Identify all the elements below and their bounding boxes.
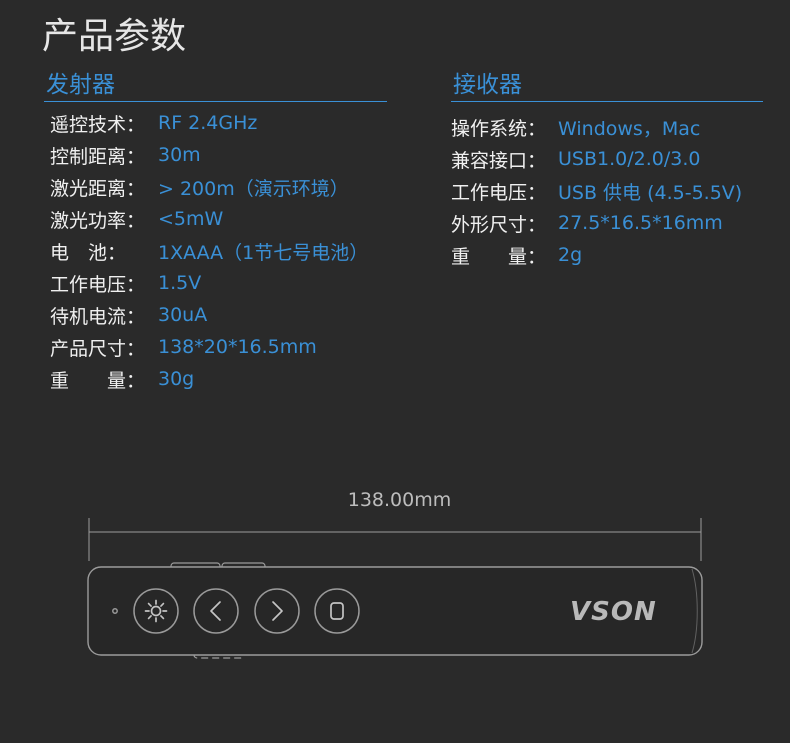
transmitter-section-header: 发射器 — [44, 72, 387, 103]
spec-label: 遥控技术： — [50, 113, 146, 136]
receiver-heading: 接收器 — [453, 72, 522, 98]
spec-row: 操作系统： Windows，Mac — [451, 111, 771, 143]
transmitter-divider — [44, 101, 387, 102]
spec-label: 产品尺寸： — [50, 337, 146, 360]
spec-row: 激光距离： > 200m（演示环境） — [50, 171, 390, 203]
spec-row: 控制距离： 30m — [50, 139, 390, 171]
spec-value: 27.5*16.5*16mm — [558, 212, 723, 234]
spec-label: 外形尺寸： — [451, 213, 547, 236]
spec-label: 待机电流： — [50, 305, 146, 328]
spec-label: 激光距离： — [50, 177, 146, 200]
spec-value: 2g — [558, 244, 583, 266]
transmitter-heading: 发射器 — [46, 72, 115, 98]
spec-value: USB 供电 (4.5-5.5V) — [558, 181, 743, 204]
spec-label: 工作电压： — [451, 181, 547, 204]
spec-row: 外形尺寸： 27.5*16.5*16mm — [451, 207, 771, 239]
receiver-spec-list: 操作系统： Windows，Mac 兼容接口： USB1.0/2.0/3.0 工… — [451, 111, 771, 271]
spec-label: 电 池： — [50, 241, 127, 264]
spec-value: Windows，Mac — [558, 117, 701, 140]
spec-value: <5mW — [158, 208, 224, 230]
page-title: 产品参数 — [42, 16, 187, 57]
spec-value: 1.5V — [158, 272, 202, 294]
spec-label: 工作电压： — [50, 273, 146, 296]
spec-label: 重 量： — [50, 369, 146, 392]
spec-label: 操作系统： — [451, 117, 547, 140]
receiver-divider — [451, 101, 763, 102]
spec-row: 重 量： 2g — [451, 239, 771, 271]
spec-row: 重 量： 30g — [50, 363, 390, 395]
spec-row: 激光功率： <5mW — [50, 203, 390, 235]
spec-label: 控制距离： — [50, 145, 146, 168]
spec-value: 30g — [158, 368, 195, 390]
spec-row: 兼容接口： USB1.0/2.0/3.0 — [451, 143, 771, 175]
spec-value: RF 2.4GHz — [158, 112, 258, 134]
spec-value: 30m — [158, 144, 201, 166]
spec-value: 1XAAA（1节七号电池） — [158, 241, 369, 264]
spec-label: 激光功率： — [50, 209, 146, 232]
dimension-indicator: 138.00mm — [88, 489, 702, 561]
spec-value: > 200m（演示环境） — [158, 177, 349, 200]
receiver-section-header: 接收器 — [451, 72, 763, 103]
transmitter-spec-list: 遥控技术： RF 2.4GHz 控制距离： 30m 激光距离： > 200m（演… — [50, 107, 390, 395]
spec-row: 产品尺寸： 138*20*16.5mm — [50, 331, 390, 363]
presenter-device: VSON — [87, 562, 703, 659]
spec-row: 遥控技术： RF 2.4GHz — [50, 107, 390, 139]
spec-row: 待机电流： 30uA — [50, 299, 390, 331]
brand-logo: VSON — [570, 597, 657, 627]
spec-value: USB1.0/2.0/3.0 — [558, 148, 701, 170]
dimension-label: 138.00mm — [348, 489, 452, 511]
spec-value: 30uA — [158, 304, 208, 326]
spec-row: 电 池： 1XAAA（1节七号电池） — [50, 235, 390, 267]
spec-row: 工作电压： USB 供电 (4.5-5.5V) — [451, 175, 771, 207]
spec-label: 重 量： — [451, 245, 547, 268]
spec-row: 工作电压： 1.5V — [50, 267, 390, 299]
spec-label: 兼容接口： — [451, 149, 547, 172]
spec-value: 138*20*16.5mm — [158, 336, 317, 358]
